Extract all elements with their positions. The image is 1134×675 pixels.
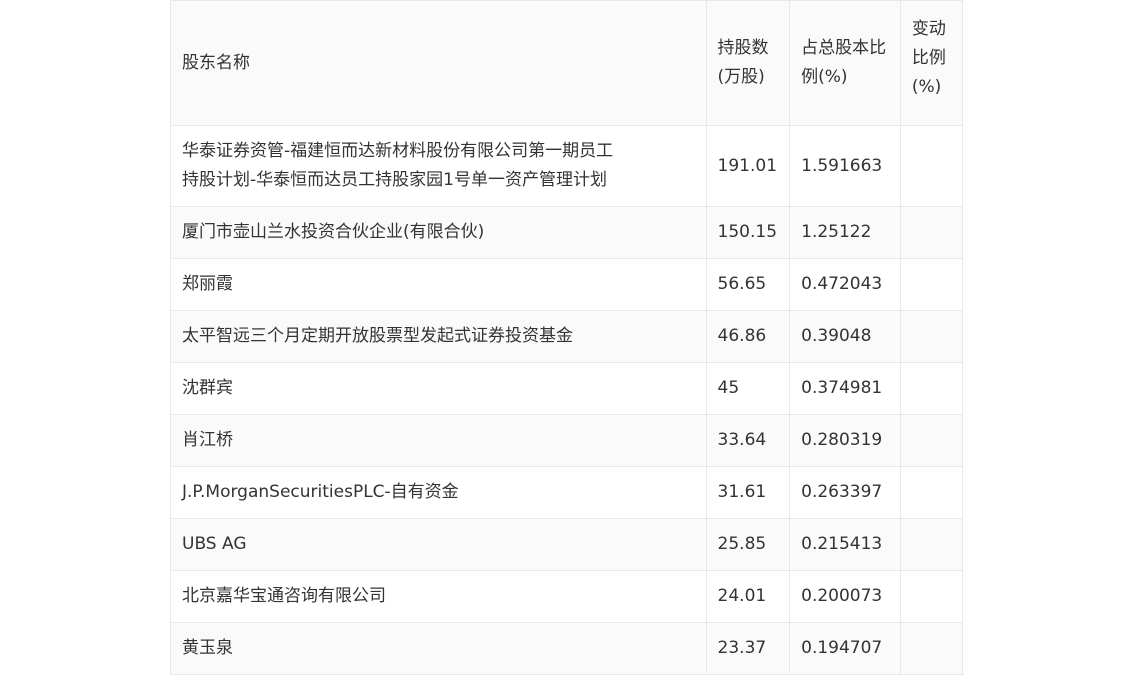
table-row: UBS AG 25.85 0.215413 [170,518,964,571]
table-row: 北京嘉华宝通咨询有限公司 24.01 0.200073 [170,570,964,623]
cell-holder-name: 黄玉泉 [170,622,707,675]
cell-ratio: 0.263397 [789,466,901,519]
cell-shares: 31.61 [705,466,791,519]
cell-holder-name: 沈群宾 [170,362,707,415]
header-ratio-line2: 例(%) [801,67,848,87]
cell-holder-name: UBS AG [170,518,707,571]
cell-change [899,125,964,207]
table-row: 厦门市壶山兰水投资合伙企业(有限合伙) 150.15 1.25122 [170,206,964,259]
cell-holder-name: 郑丽霞 [170,258,707,311]
cell-ratio: 0.374981 [789,362,901,415]
cell-shares: 23.37 [705,622,791,675]
cell-ratio: 0.215413 [789,518,901,571]
header-change: 变动比例 (%) [899,0,964,126]
holder-name-line1: 华泰证券资管-福建恒而达新材料股份有限公司第一期员工 [182,141,614,161]
cell-ratio: 0.200073 [789,570,901,623]
header-holder-name-text: 股东名称 [182,52,250,73]
table-row: J.P.MorganSecuritiesPLC-自有资金 31.61 0.263… [170,466,964,519]
table-row: 太平智远三个月定期开放股票型发起式证券投资基金 46.86 0.39048 [170,310,964,363]
cell-shares: 33.64 [705,414,791,467]
cell-change [899,518,964,571]
cell-change [899,570,964,623]
cell-change [899,258,964,311]
cell-ratio: 1.591663 [789,125,901,207]
header-ratio: 占总股本比例(%) [789,0,901,126]
cell-change [899,414,964,467]
cell-holder-name: 太平智远三个月定期开放股票型发起式证券投资基金 [170,310,707,363]
header-change-line1: 变动 [911,19,946,39]
table-body: 华泰证券资管-福建恒而达新材料股份有限公司第一期员工 持股计划-华泰恒而达员工持股… [170,125,964,675]
cell-holder-name: J.P.MorganSecuritiesPLC-自有资金 [170,466,707,519]
table-header: 股东名称 持股数 (万股) 占总股本比例(%) 变动比例 (%) [170,0,964,126]
cell-ratio: 0.280319 [789,414,901,467]
table-row: 华泰证券资管-福建恒而达新材料股份有限公司第一期员工 持股计划-华泰恒而达员工持股… [170,125,964,207]
cell-change [899,622,964,675]
cell-change [899,466,964,519]
header-holder-name: 股东名称 [170,0,707,126]
cell-holder-name: 厦门市壶山兰水投资合伙企业(有限合伙) [170,206,707,259]
cell-change [899,310,964,363]
cell-ratio: 0.194707 [789,622,901,675]
header-row: 股东名称 持股数 (万股) 占总股本比例(%) 变动比例 (%) [170,0,964,126]
cell-shares: 46.86 [705,310,791,363]
table-row: 郑丽霞 56.65 0.472043 [170,258,964,311]
shareholders-table: 股东名称 持股数 (万股) 占总股本比例(%) 变动比例 (%) 华泰证券资管-福建… [170,0,964,675]
cell-change [899,362,964,415]
cell-ratio: 0.472043 [789,258,901,311]
header-change-line3: (%) [911,77,942,97]
cell-holder-name: 肖江桥 [170,414,707,467]
cell-ratio: 1.25122 [789,206,901,259]
cell-ratio: 0.39048 [789,310,901,363]
table-row: 沈群宾 45 0.374981 [170,362,964,415]
cell-shares: 191.01 [705,125,791,207]
cell-shares: 24.01 [705,570,791,623]
cell-holder-name: 北京嘉华宝通咨询有限公司 [170,570,707,623]
cell-shares: 150.15 [705,206,791,259]
header-shares-line1: 持股数 [717,38,769,58]
cell-shares: 56.65 [705,258,791,311]
header-shares-line2: (万股) [717,67,765,87]
cell-shares: 25.85 [705,518,791,571]
cell-holder-name: 华泰证券资管-福建恒而达新材料股份有限公司第一期员工 持股计划-华泰恒而达员工持股… [170,125,707,207]
holder-name-line2: 持股计划-华泰恒而达员工持股家园1号单一资产管理计划 [182,170,607,190]
header-shares: 持股数 (万股) [705,0,791,126]
table-row: 肖江桥 33.64 0.280319 [170,414,964,467]
cell-change [899,206,964,259]
table-row: 黄玉泉 23.37 0.194707 [170,622,964,675]
cell-shares: 45 [705,362,791,415]
header-ratio-line1: 占总股本比 [801,38,887,58]
header-change-line2: 比例 [911,48,946,68]
